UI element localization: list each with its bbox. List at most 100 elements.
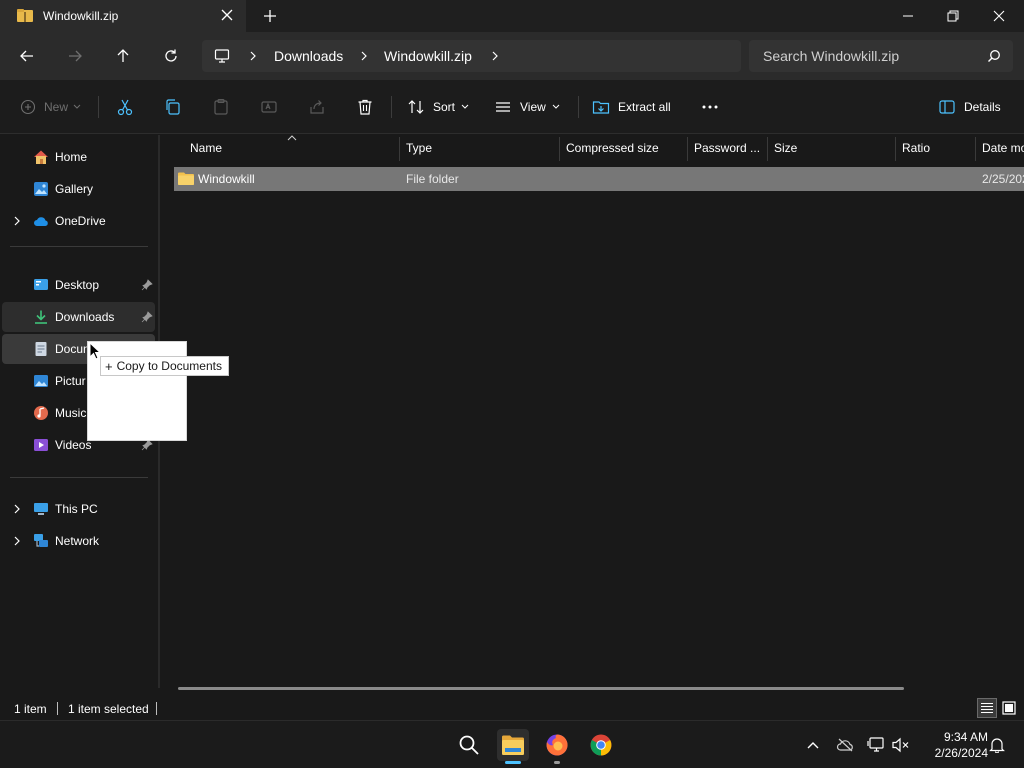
minimize-button[interactable]	[885, 0, 931, 32]
breadcrumb-downloads[interactable]: Downloads	[274, 48, 343, 64]
search-placeholder: Search Windowkill.zip	[763, 48, 900, 64]
videos-icon	[34, 439, 48, 451]
chevron-right-icon[interactable]	[490, 50, 500, 62]
breadcrumb-windowkill-zip[interactable]: Windowkill.zip	[384, 48, 472, 64]
notifications-button[interactable]	[987, 735, 1007, 755]
details-pane-button[interactable]: Details	[938, 95, 1001, 119]
network-icon	[34, 534, 48, 547]
sidebar-item-desktop[interactable]: Desktop	[2, 270, 155, 300]
status-divider	[57, 702, 58, 715]
taskbar-firefox-button[interactable]	[541, 729, 573, 761]
sidebar-divider	[10, 246, 148, 247]
rename-icon	[261, 101, 277, 113]
sidebar-item-network[interactable]: Network	[2, 526, 155, 556]
clock-date: 2/26/2024	[934, 746, 988, 760]
more-options-button[interactable]	[701, 95, 719, 119]
sort-label: Sort	[433, 100, 456, 114]
speaker-muted-icon	[892, 737, 909, 753]
forward-button[interactable]	[63, 44, 87, 68]
sidebar-divider	[10, 477, 148, 478]
running-app-indicator	[554, 761, 560, 764]
new-tab-icon[interactable]	[262, 8, 278, 24]
taskbar-search-button[interactable]	[453, 729, 485, 761]
column-header-ratio[interactable]: Ratio	[896, 135, 975, 161]
chevron-right-icon	[361, 51, 367, 61]
tab-windowkill[interactable]: Windowkill.zip	[0, 0, 246, 32]
navigation-bar: Downloads Windowkill.zip Search Windowki…	[0, 32, 1024, 80]
rename-button[interactable]	[260, 95, 278, 119]
share-button[interactable]	[308, 95, 326, 119]
toolbar-separator	[578, 96, 579, 118]
sidebar-item-home[interactable]: Home	[2, 142, 155, 172]
sort-button[interactable]: Sort	[407, 95, 469, 119]
search-box[interactable]: Search Windowkill.zip	[749, 40, 1013, 72]
status-divider	[156, 702, 157, 715]
show-hidden-icons-button[interactable]	[803, 735, 823, 755]
restore-button[interactable]	[930, 0, 976, 32]
column-header-date-modified[interactable]: Date mo	[976, 135, 1024, 161]
file-date-modified: 2/25/202	[982, 172, 1024, 186]
view-lines-icon	[496, 102, 510, 112]
tab-close-icon[interactable]	[219, 7, 235, 23]
column-header-type[interactable]: Type	[400, 135, 560, 161]
chevron-down-icon	[73, 104, 81, 109]
title-bar: Windowkill.zip	[0, 0, 1024, 32]
pin-icon	[141, 279, 153, 291]
column-header-name[interactable]: Name	[184, 135, 399, 161]
downloads-icon	[35, 310, 47, 324]
tab-title: Windowkill.zip	[43, 9, 119, 23]
table-row[interactable]: Windowkill File folder 2/25/202	[174, 167, 1024, 191]
file-list: Name Type Compressed size Password ... S…	[160, 135, 1024, 688]
new-plus-circle-icon	[20, 99, 36, 115]
sidebar-item-downloads[interactable]: Downloads	[2, 302, 155, 332]
column-header-password[interactable]: Password ...	[688, 135, 767, 161]
up-button[interactable]	[111, 44, 135, 68]
sidebar-item-gallery[interactable]: Gallery	[2, 174, 155, 204]
chevron-right-icon[interactable]	[12, 535, 22, 547]
clock-time: 9:34 AM	[943, 730, 988, 744]
search-icon	[459, 735, 479, 755]
address-bar[interactable]: Downloads Windowkill.zip	[202, 40, 741, 72]
copy-plus-icon: +	[105, 358, 113, 374]
horizontal-scrollbar[interactable]	[178, 687, 904, 690]
taskbar: 9:34 AM 2/26/2024	[0, 720, 1024, 768]
this-pc-icon	[34, 503, 48, 515]
new-label: New	[44, 100, 69, 114]
close-button[interactable]	[976, 0, 1022, 32]
view-button[interactable]: View	[494, 95, 560, 119]
documents-icon	[35, 342, 47, 356]
back-button[interactable]	[15, 44, 39, 68]
chevron-right-icon[interactable]	[12, 503, 22, 515]
paste-button[interactable]	[212, 95, 230, 119]
new-button[interactable]: New	[20, 95, 81, 119]
folder-icon	[178, 172, 194, 185]
toolbar-separator	[98, 96, 99, 118]
volume-tray-button[interactable]	[891, 735, 911, 755]
sidebar-item-onedrive[interactable]: OneDrive	[2, 206, 155, 236]
chevron-right-icon[interactable]	[12, 215, 22, 227]
sort-arrows-icon	[408, 100, 424, 114]
extract-all-button[interactable]: Extract all	[592, 95, 671, 119]
column-header-size[interactable]: Size	[768, 135, 895, 161]
onedrive-tray-button[interactable]	[835, 735, 855, 755]
sidebar-item-label: Videos	[55, 438, 92, 452]
details-view-button[interactable]	[977, 698, 997, 718]
sidebar-item-label: OneDrive	[55, 214, 106, 228]
column-header-compressed-size[interactable]: Compressed size	[560, 135, 687, 161]
network-tray-button[interactable]	[866, 735, 886, 755]
sidebar-item-label: Music	[55, 406, 87, 420]
computer-icon	[214, 49, 230, 63]
taskbar-chrome-button[interactable]	[585, 729, 617, 761]
tiles-view-button[interactable]	[999, 698, 1019, 718]
mouse-cursor-icon	[89, 342, 101, 360]
scissors-icon	[117, 99, 133, 116]
onedrive-offline-icon	[836, 738, 853, 752]
cut-button[interactable]	[116, 95, 134, 119]
active-app-indicator	[505, 761, 521, 764]
delete-button[interactable]	[356, 95, 374, 119]
refresh-button[interactable]	[159, 44, 183, 68]
sidebar-item-this-pc[interactable]: This PC	[2, 494, 155, 524]
system-clock[interactable]: 9:34 AM 2/26/2024	[918, 729, 988, 761]
taskbar-file-explorer-button[interactable]	[497, 729, 529, 761]
copy-button[interactable]	[164, 95, 182, 119]
